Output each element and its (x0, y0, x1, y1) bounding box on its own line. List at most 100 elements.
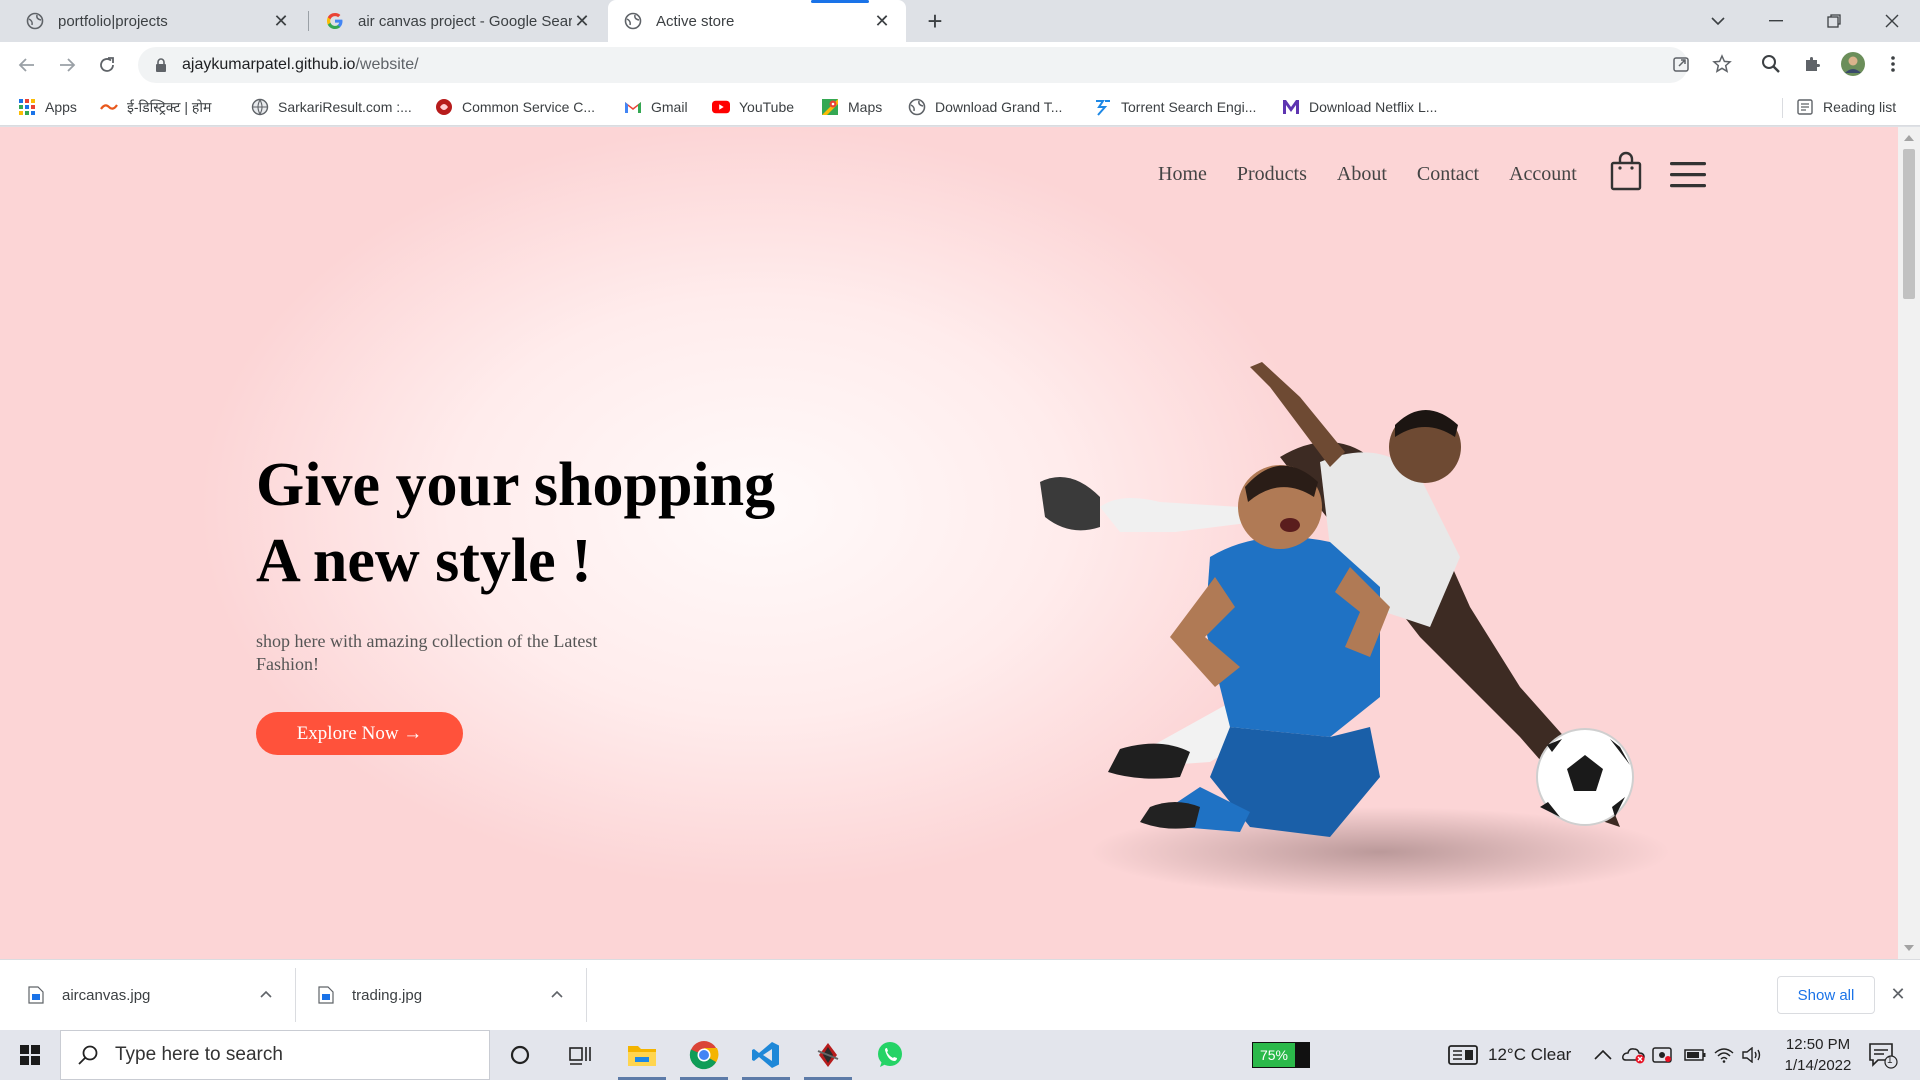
close-tab-icon[interactable]: ✕ (572, 11, 592, 31)
show-hidden-icons-chevron-icon[interactable] (1594, 1030, 1612, 1080)
cortana-icon[interactable] (490, 1030, 550, 1080)
globe-icon (624, 12, 642, 30)
vscode-icon[interactable] (736, 1030, 796, 1080)
snipping-tool-icon[interactable] (798, 1030, 858, 1080)
taskbar-search-box[interactable]: Type here to search (60, 1030, 490, 1080)
bookmark-maps[interactable]: Maps (821, 96, 882, 118)
maps-icon (821, 98, 839, 116)
download-shelf: aircanvas.jpg trading.jpg Show all ✕ (0, 959, 1920, 1030)
onedrive-error-icon[interactable] (1622, 1030, 1646, 1080)
reload-button[interactable] (92, 50, 122, 80)
whatsapp-icon[interactable] (860, 1030, 920, 1080)
bookmark-download-netflix[interactable]: Download Netflix L... (1282, 96, 1437, 118)
page-scrollbar[interactable] (1898, 127, 1920, 959)
show-all-downloads-button[interactable]: Show all (1777, 976, 1875, 1014)
reading-list-button[interactable]: Reading list (1796, 96, 1896, 118)
scrollbar-thumb[interactable] (1903, 149, 1915, 299)
chevron-up-icon[interactable] (256, 984, 276, 1004)
weather-widget[interactable]: 12°C Clear (1448, 1030, 1571, 1080)
volume-icon[interactable] (1742, 1030, 1762, 1080)
reading-list-icon (1796, 98, 1814, 116)
bookmark-download-grand[interactable]: Download Grand T... (908, 96, 1062, 118)
bookmark-csc[interactable]: Common Service C... (435, 96, 595, 118)
bookmark-star-icon[interactable] (1709, 51, 1735, 77)
search-lens-icon[interactable] (1758, 51, 1784, 77)
globe-icon (26, 12, 44, 30)
scroll-down-arrow-icon[interactable] (1904, 945, 1914, 951)
bookmark-youtube[interactable]: YouTube (712, 96, 794, 118)
profile-avatar[interactable] (1840, 51, 1866, 77)
download-item[interactable]: trading.jpg (318, 960, 578, 1030)
tab-google-search[interactable]: air canvas project - Google Searc ✕ (308, 0, 606, 42)
restore-button[interactable] (1806, 0, 1862, 42)
close-download-shelf-icon[interactable]: ✕ (1888, 984, 1908, 1004)
shopping-bag-icon[interactable] (1610, 151, 1642, 191)
close-window-button[interactable] (1864, 0, 1920, 42)
nav-account[interactable]: Account (1509, 163, 1577, 186)
weather-text: 12°C Clear (1488, 1045, 1572, 1064)
gmail-icon (624, 98, 642, 116)
bookmark-label: YouTube (739, 99, 795, 115)
tab-search-icon[interactable] (1690, 0, 1746, 42)
extensions-puzzle-icon[interactable] (1799, 51, 1825, 77)
close-tab-icon[interactable]: ✕ (271, 11, 291, 31)
tab-title: air canvas project - Google Searc (358, 12, 572, 30)
wifi-icon[interactable] (1714, 1030, 1734, 1080)
download-item[interactable]: aircanvas.jpg (28, 960, 288, 1030)
chrome-icon[interactable] (674, 1030, 734, 1080)
notification-center-icon[interactable]: 1 (1868, 1030, 1898, 1080)
close-tab-icon[interactable]: ✕ (872, 11, 892, 31)
image-file-icon (318, 986, 334, 1004)
globe-icon (908, 98, 926, 116)
reading-list-label: Reading list (1823, 99, 1897, 115)
scroll-up-arrow-icon[interactable] (1904, 135, 1914, 141)
nav-products[interactable]: Products (1237, 163, 1307, 186)
windows-taskbar: Type here to search 75% 12°C Clear 12:50… (0, 1030, 1920, 1080)
new-tab-button[interactable]: + (920, 6, 950, 36)
url-text[interactable]: ajaykumarpatel.github.io/website/ (182, 56, 419, 74)
taskbar-search-placeholder: Type here to search (115, 1044, 283, 1065)
bookmark-edistrict[interactable]: ई-डिस्ट्रिक्ट | होम (100, 96, 211, 118)
more-menu-icon[interactable] (1880, 51, 1906, 77)
file-explorer-icon[interactable] (612, 1030, 672, 1080)
loading-indicator (811, 0, 869, 3)
hero-subtitle: shop here with amazing collection of the… (256, 631, 598, 674)
chevron-up-icon[interactable] (547, 984, 567, 1004)
windows-start-icon[interactable] (0, 1030, 60, 1080)
meet-now-icon[interactable] (1652, 1030, 1672, 1080)
hamburger-menu-icon[interactable] (1670, 161, 1706, 189)
bookmarks-divider (1782, 98, 1783, 118)
bookmark-torrent-search[interactable]: Torrent Search Engi... (1094, 96, 1256, 118)
bookmark-gmail[interactable]: Gmail (624, 96, 688, 118)
nav-home[interactable]: Home (1158, 163, 1207, 186)
task-view-icon[interactable] (550, 1030, 610, 1080)
download-divider (295, 968, 296, 1022)
clock-date: 1/14/2022 (1784, 1057, 1852, 1074)
bookmark-apps[interactable]: Apps (18, 96, 77, 118)
tab-portfolio[interactable]: portfolio|projects ✕ (0, 0, 305, 42)
globe-icon (251, 98, 269, 116)
back-button[interactable] (12, 50, 42, 80)
address-bar[interactable]: ajaykumarpatel.github.io/website/ (138, 47, 1688, 83)
lock-icon[interactable] (152, 56, 170, 74)
csc-icon (435, 98, 453, 116)
bookmarks-bar: Apps ई-डिस्ट्रिक्ट | होम SarkariResult.c… (0, 88, 1920, 126)
download-filename: trading.jpg (352, 986, 423, 1004)
system-clock[interactable]: 12:50 PM 1/14/2022 (1764, 1034, 1872, 1076)
bookmark-sarkariresult[interactable]: SarkariResult.com :... (251, 96, 412, 118)
minimize-button[interactable] (1748, 0, 1804, 42)
torrent-icon (1094, 98, 1112, 116)
forward-button[interactable] (52, 50, 82, 80)
explore-now-button[interactable]: Explore Now → (256, 712, 463, 755)
webpage-viewport: Home Products About Contact Account Give… (0, 127, 1898, 959)
battery-icon[interactable] (1684, 1030, 1706, 1080)
nav-about[interactable]: About (1337, 163, 1387, 186)
browser-toolbar: ajaykumarpatel.github.io/website/ (0, 42, 1920, 88)
tab-title: Active store (656, 12, 735, 30)
download-divider (586, 968, 587, 1022)
nav-contact[interactable]: Contact (1417, 163, 1479, 186)
tab-active-store[interactable]: Active store ✕ (608, 0, 906, 42)
battery-meter-widget[interactable]: 75% (1252, 1042, 1310, 1068)
share-icon[interactable] (1668, 51, 1694, 77)
apps-grid-icon (18, 98, 36, 116)
